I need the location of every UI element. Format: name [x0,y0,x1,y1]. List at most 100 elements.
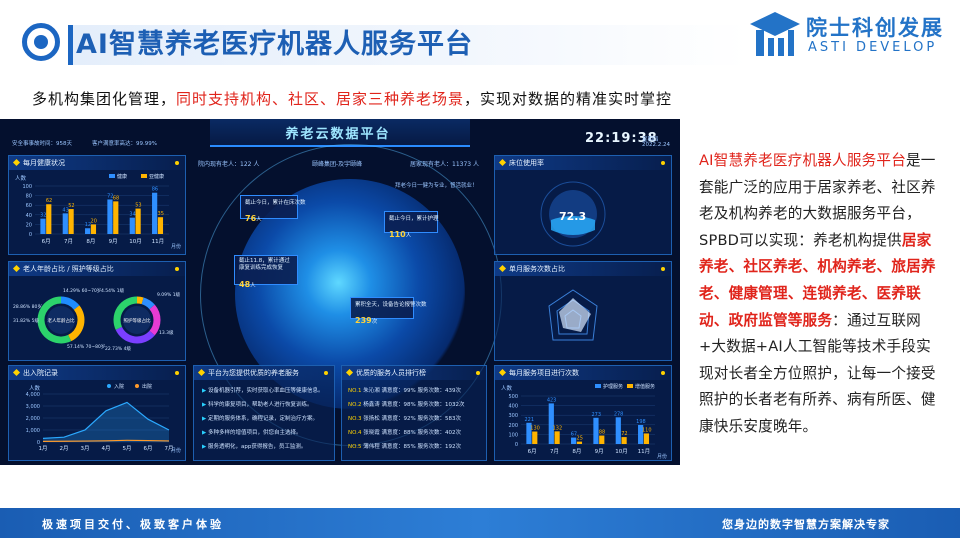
panel-services-header: 平台为您提供优质的养老服务 [194,366,334,380]
x-axis-label: 月份 [171,243,181,250]
x-tick-label: 7月 [165,445,174,452]
y-tick-label: 100 [508,432,518,438]
data-label: 132 [553,425,563,431]
data-label: 68 [113,195,119,201]
legend-label: 入院 [114,383,124,390]
panel-ranking-header: 优质的服务人员排行榜 [342,366,486,380]
y-axis-label: 人数 [501,384,513,392]
brand-name-cn: 院士科创发展 [806,16,944,40]
data-label: 72 [621,431,627,437]
x-tick-label: 7月 [550,448,559,455]
donut-center-label: 照护等级占比 [124,317,151,324]
center-home-count: 居家现有老人：11373 人 [410,161,479,168]
info-alarm-value: 239 [355,316,372,325]
legend-label: 亚健康 [149,173,164,180]
ranking-row: NO.3 张扬松 满意度：92% 服务次数：583次 [348,416,461,422]
panel-single-month-header: 单月服务次数占比 [495,262,671,276]
diamond-icon [498,158,507,167]
x-tick-label: 5月 [123,445,132,452]
panel-inout-header: 出入院记录 [9,366,185,380]
pie-slice [149,304,161,336]
service-item: ▶ 服务透明化，app获得报告，员工监测。 [202,444,307,450]
info-bed-label: 截止今日，累计在床次数 [245,200,306,206]
panel-age-care-title: 老人年龄占比 / 照护等级占比 [23,265,114,273]
dot-icon [661,267,665,271]
service-item: ▶ 定期的服务体系，确程记录，定制治疗方案。 [202,416,318,422]
bar [90,224,97,234]
radar-chart [548,289,598,341]
donut-label: 57.14% 70~80岁 [67,343,105,350]
data-label: 35 [158,211,164,217]
legend-swatch [109,174,115,178]
bar [576,441,583,444]
chart-monthly-services: 人数月份01002003004005006月2211307月4231328月67… [501,383,667,460]
x-tick-label: 2月 [60,445,69,452]
ranking-row: NO.1 朱沁湘 满意度：99% 服务次数：439次 [348,388,461,394]
bar [593,417,599,444]
header: AI智慧养老医疗机器人服务平台 院士科创发展 ASTI DEVELOP [0,0,960,78]
data-label: 88 [599,430,605,436]
data-label: 25 [577,436,583,442]
service-item: ▶ 多种多样的增值项目，供您自主选择。 [202,430,302,436]
bar [135,208,141,234]
legend-swatch [135,384,139,388]
data-label: 62 [46,198,52,204]
dot-icon [661,161,665,165]
dot-icon [175,371,179,375]
panel-monthly-health: 每月健康状况 人数 月份 0 20 40 60 80 100 6月 32 62 7月 43 52 8月 12 2… [8,155,186,255]
side-closing: ：通过互联网+大数据+AI人工智能等技术手段实现对长者全方位照护，让每一个接受照… [699,311,936,435]
brand-logo: 院士科创发展 ASTI DEVELOP [748,6,948,62]
y-tick-label: 2,000 [26,416,40,422]
panel-inout-title: 出入院记录 [23,369,58,377]
legend-swatch [141,174,147,178]
subtitle-highlight: 同时支持机构、社区、居家三种养老场景 [176,90,465,108]
panel-single-month: 单月服务次数占比 [494,261,672,361]
data-label: 273 [591,412,601,418]
y-tick-label: 200 [508,423,518,429]
ranking-row: NO.2 杨鑫涛 满意度：98% 服务次数：1032次 [348,402,465,408]
legend-label: 增值服务 [635,383,655,390]
y-axis-label: 人数 [29,384,41,392]
data-label: 53 [135,203,141,209]
x-tick-label: 6月 [144,445,153,452]
x-tick-label: 6月 [528,448,537,455]
subtitle-part3: ，实现对数据的精准实时掌控 [464,90,673,108]
panel-services-title: 平台为您提供优质的养老服务 [208,369,299,377]
y-tick-label: 0 [29,232,32,238]
satisfaction-rate: 客户满意率高达：99.99% [92,141,157,147]
page-title: AI智慧养老医疗机器人服务平台 [76,29,473,60]
dashboard-screenshot: 养老云数据平台 安全事事故时间：958天 客户满意率高达：99.99% 22:1… [0,119,680,465]
bar [554,431,560,444]
bar [532,431,538,444]
bar [152,192,158,234]
bar [40,218,46,234]
series-area-in [43,402,169,442]
info-rehab-label: 截止11.8，累计通过康复训练完成恢复 [239,258,290,271]
info-alarm-label: 累积全天，设备告论报警次数 [355,302,427,308]
y-tick-label: 500 [508,394,518,400]
y-tick-label: 3,000 [26,404,40,410]
info-box-rehab: 截止11.8，累计通过康复训练完成恢复 48人 [234,255,298,289]
donut-label: 4.54% 1级 [101,287,125,294]
panel-ranking-title: 优质的服务人员排行榜 [356,369,426,377]
x-tick-label: 11月 [638,448,651,455]
bar [129,217,135,234]
y-tick-label: 0 [515,442,518,448]
bar [157,217,164,234]
x-tick-label: 8月 [86,238,95,245]
donut-label: 14.29% 60~70岁 [63,287,101,294]
bar [621,437,627,444]
data-label: 198 [636,419,646,425]
info-rehab-unit: 人 [250,283,256,289]
dashboard-date: 2022.2.24 [642,142,670,148]
panel-inout: 出入院记录 人数 月份 0 1,000 2,000 3,000 4,000 1月 2月 3月 4月 5… [8,365,186,461]
info-alarm-unit: 次 [371,319,378,325]
data-label: 52 [68,203,74,209]
bar [107,199,113,234]
safety-days: 安全事事故时间：958天 [12,141,72,147]
service-item: ▶ 设备机器引荐，实时获取心率血压等健康信息。 [202,388,324,394]
x-tick-label: 9月 [109,238,118,245]
chart-age-care-donuts: 老人年龄占比 14.29% 60~70岁 28.86% 80岁 31.82% 5级 57… [13,287,181,352]
chart-inout-records: 人数月份01,0002,0003,0004,0001月 2月 3月 4月 5月 6月 7月入… [26,383,181,454]
footer: 极速项目交付、极致客户体验 您身边的数字智慧方案解决专家 [0,508,960,538]
